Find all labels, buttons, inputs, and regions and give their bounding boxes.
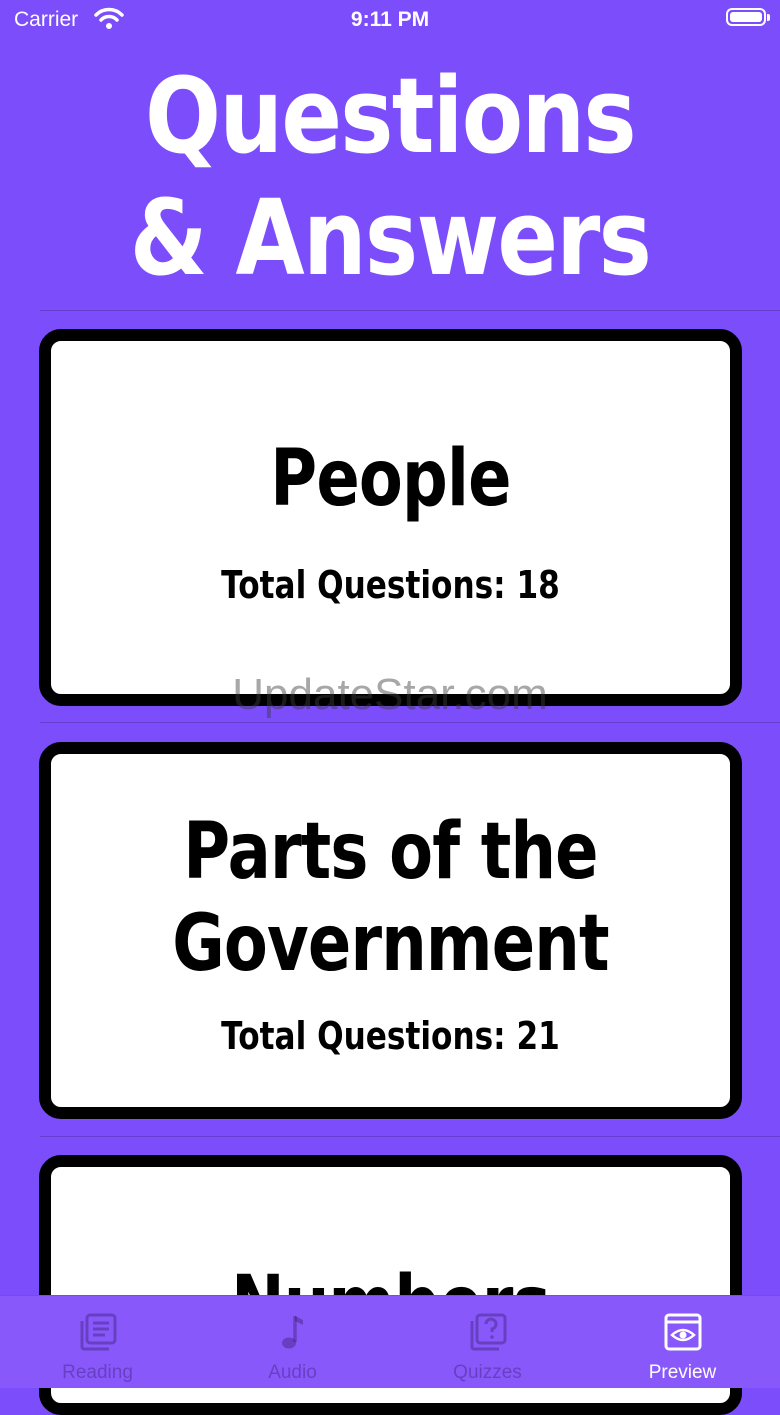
tab-preview[interactable]: Preview xyxy=(585,1296,780,1388)
card-title: People xyxy=(270,434,511,524)
eye-icon xyxy=(661,1310,705,1354)
tab-label: Audio xyxy=(268,1362,317,1383)
card-title: Parts of the Government xyxy=(112,806,669,990)
card-question-count: Total Questions: 18 xyxy=(221,563,560,607)
tab-audio[interactable]: Audio xyxy=(195,1296,390,1388)
page-title: Questions & Answers xyxy=(55,55,726,299)
tab-label: Reading xyxy=(62,1362,133,1383)
reading-icon xyxy=(76,1310,120,1354)
category-card-government[interactable]: Parts of the Government Total Questions:… xyxy=(39,742,742,1119)
tab-label: Preview xyxy=(648,1362,717,1383)
tab-label: Quizzes xyxy=(453,1362,522,1383)
category-card-people[interactable]: People Total Questions: 18 xyxy=(39,329,742,706)
card-title-line-2: Government xyxy=(172,899,609,989)
card-title-line-1: Parts of the xyxy=(183,807,598,897)
tab-quizzes[interactable]: Quizzes xyxy=(390,1296,585,1388)
divider xyxy=(40,722,780,723)
card-question-count: Total Questions: 21 xyxy=(221,1014,560,1058)
quiz-icon xyxy=(466,1310,510,1354)
tab-reading[interactable]: Reading xyxy=(0,1296,195,1388)
music-note-icon xyxy=(271,1310,315,1354)
title-line-2: & Answers xyxy=(129,177,652,299)
divider xyxy=(40,310,780,311)
clock: 9:11 PM xyxy=(350,8,430,31)
status-bar: Carrier 9:11 PM xyxy=(0,0,780,40)
divider xyxy=(40,1136,780,1137)
battery-icon xyxy=(726,8,770,26)
title-line-1: Questions xyxy=(145,55,637,177)
tab-bar: Reading Audio Quizzes Preview xyxy=(0,1295,780,1388)
